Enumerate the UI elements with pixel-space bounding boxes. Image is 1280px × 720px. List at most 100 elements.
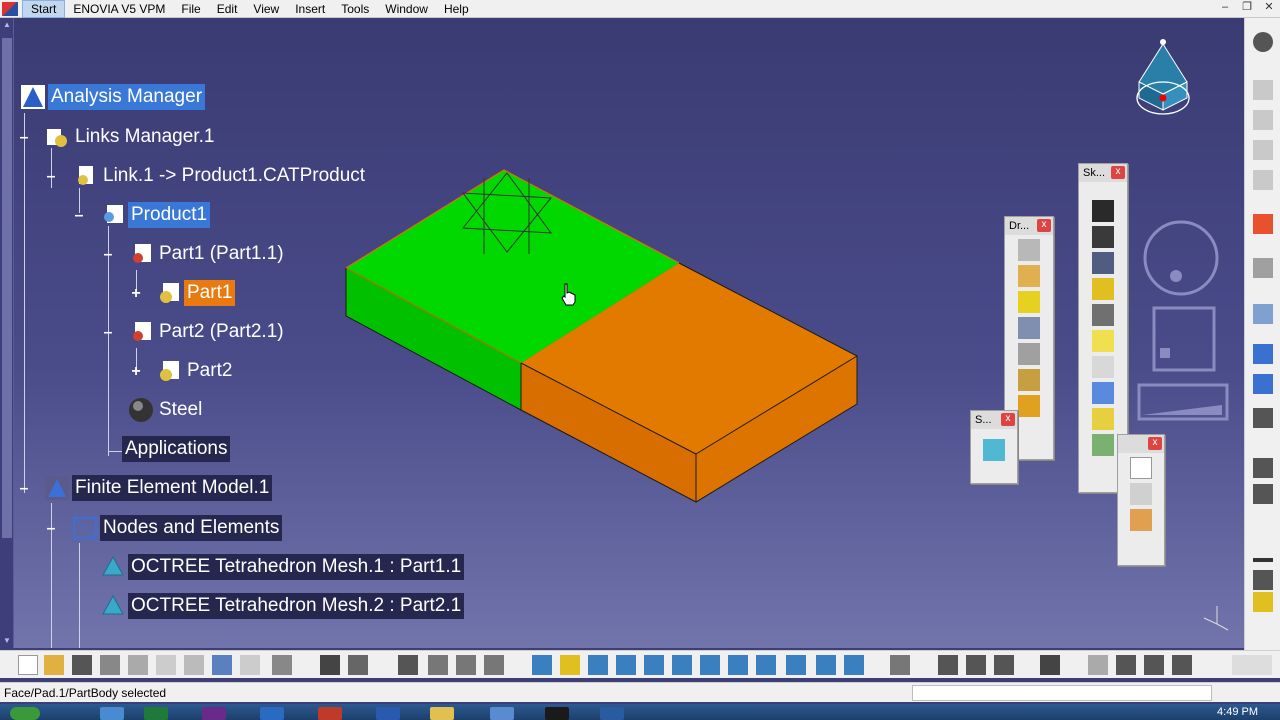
hide-show-icon[interactable] (816, 655, 836, 675)
tool-icon[interactable] (1253, 374, 1273, 394)
tool-icon[interactable] (1253, 258, 1273, 278)
save-icon[interactable] (72, 655, 92, 675)
menu-enovia[interactable]: ENOVIA V5 VPM (65, 1, 173, 17)
tool-icon[interactable] (1088, 655, 1108, 675)
collapse-nodes-elements-icon[interactable]: – (45, 521, 57, 537)
menu-window[interactable]: Window (377, 1, 436, 17)
menu-help[interactable]: Help (436, 1, 477, 17)
tool-icon[interactable] (1092, 382, 1114, 404)
scroll-down-icon[interactable]: ▼ (2, 636, 12, 646)
scroll-up-icon[interactable]: ▲ (2, 20, 12, 30)
comment-icon[interactable] (348, 655, 368, 675)
tool-icon[interactable] (456, 655, 476, 675)
tool-icon[interactable] (1018, 369, 1040, 391)
tool-icon[interactable] (1253, 408, 1273, 428)
power-input-field[interactable] (912, 685, 1212, 701)
taskbar-app-icon[interactable] (260, 707, 284, 720)
tree-node-part2-instance[interactable]: Part2 (Part2.1) (128, 319, 287, 345)
scroll-thumb[interactable] (2, 38, 12, 538)
tool-icon[interactable] (1018, 239, 1040, 261)
taskbar-app-icon[interactable] (202, 707, 226, 720)
select-arrow-icon[interactable] (1253, 214, 1273, 234)
taskbar-app-icon[interactable] (490, 707, 514, 720)
shading-icon[interactable] (786, 655, 806, 675)
taskbar-app-icon[interactable] (430, 707, 454, 720)
tree-node-fem[interactable]: Finite Element Model.1 (44, 475, 273, 501)
iso-view-icon[interactable] (756, 655, 776, 675)
rotate-icon[interactable] (616, 655, 636, 675)
tree-node-links-manager[interactable]: Links Manager.1 (44, 124, 217, 150)
tool-icon[interactable] (1253, 484, 1273, 504)
tree-node-link1[interactable]: Link.1 -> Product1.CATProduct (72, 163, 368, 189)
close-icon[interactable]: x (1037, 219, 1051, 232)
table-icon[interactable] (398, 655, 418, 675)
redo-icon[interactable] (240, 655, 260, 675)
pan-widget-icon[interactable] (1152, 306, 1216, 372)
tree-node-mesh1[interactable]: OCTREE Tetrahedron Mesh.1 : Part1.1 (100, 554, 465, 580)
taskbar-app-icon[interactable] (600, 707, 624, 720)
taskbar-app-icon[interactable] (318, 707, 342, 720)
toolbar-title[interactable]: Sk... x (1079, 164, 1127, 182)
undo-icon[interactable] (212, 655, 232, 675)
floating-toolbar-s[interactable]: S... x (970, 410, 1018, 484)
plane-icon[interactable] (1253, 592, 1273, 612)
menu-edit[interactable]: Edit (209, 1, 246, 17)
3d-viewport[interactable]: – – – – + – + – – Analysis Manager Links… (14, 18, 1244, 648)
tool-icon[interactable] (966, 655, 986, 675)
tool-icon[interactable] (1018, 343, 1040, 365)
tool-icon[interactable] (1253, 344, 1273, 364)
settings-gear-icon[interactable] (1253, 32, 1273, 52)
tree-node-part1-instance[interactable]: Part1 (Part1.1) (128, 241, 287, 267)
tree-node-part1[interactable]: Part1 (156, 280, 236, 306)
paste-icon[interactable] (184, 655, 204, 675)
camera-icon[interactable] (1040, 655, 1060, 675)
tool-icon[interactable] (1144, 655, 1164, 675)
collapse-link1-icon[interactable]: – (73, 208, 85, 224)
multi-view-icon[interactable] (728, 655, 748, 675)
restore-icon[interactable]: ❐ (1238, 1, 1256, 15)
tool-icon[interactable] (1130, 509, 1152, 531)
menu-tools[interactable]: Tools (333, 1, 377, 17)
tool-icon[interactable] (1172, 655, 1192, 675)
tree-node-nodes-elements[interactable]: Nodes and Elements (72, 515, 283, 541)
tool-icon[interactable] (1092, 330, 1114, 352)
compass-icon[interactable] (1136, 39, 1190, 115)
tree-node-part2[interactable]: Part2 (156, 358, 235, 384)
collapse-fem-icon[interactable]: – (18, 481, 30, 497)
start-orb-icon[interactable] (10, 707, 40, 720)
collapse-links-manager-icon[interactable]: – (45, 169, 57, 185)
copy-icon[interactable] (156, 655, 176, 675)
tool-icon[interactable] (1092, 356, 1114, 378)
zoom-out-icon[interactable] (672, 655, 692, 675)
close-icon[interactable]: x (1111, 166, 1125, 179)
tool-icon[interactable] (1116, 655, 1136, 675)
toolbar-title[interactable]: Dr... x (1005, 217, 1053, 235)
print-icon[interactable] (100, 655, 120, 675)
tool-icon[interactable] (1253, 170, 1273, 190)
tool-icon[interactable] (1253, 110, 1273, 130)
catia-app-icon[interactable] (2, 1, 18, 16)
tool-icon[interactable] (1253, 458, 1273, 478)
cut-icon[interactable] (128, 655, 148, 675)
tree-node-analysis-manager[interactable]: Analysis Manager (20, 84, 206, 110)
tool-icon[interactable] (1092, 408, 1114, 430)
text-abc-icon[interactable] (1130, 457, 1152, 479)
tool-icon[interactable] (1092, 278, 1114, 300)
floating-toolbar-annotation[interactable]: x (1117, 434, 1165, 566)
menu-insert[interactable]: Insert (287, 1, 333, 17)
collapse-part1-instance-icon[interactable]: – (102, 247, 114, 263)
menu-view[interactable]: View (245, 1, 287, 17)
toolbar-title[interactable]: x (1118, 435, 1164, 453)
close-icon[interactable]: x (1148, 437, 1162, 450)
fly-mode-icon[interactable] (532, 655, 552, 675)
close-icon[interactable]: x (1001, 413, 1015, 426)
tree-node-material[interactable]: Steel (128, 397, 205, 423)
formula-icon[interactable] (320, 655, 340, 675)
expand-part1-icon[interactable]: + (130, 286, 142, 302)
tool-icon[interactable] (1092, 304, 1114, 326)
line-icon[interactable] (1253, 570, 1273, 590)
taskbar-app-icon[interactable] (545, 707, 569, 720)
pan-icon[interactable] (588, 655, 608, 675)
open-icon[interactable] (44, 655, 64, 675)
tool-icon[interactable] (1092, 252, 1114, 274)
